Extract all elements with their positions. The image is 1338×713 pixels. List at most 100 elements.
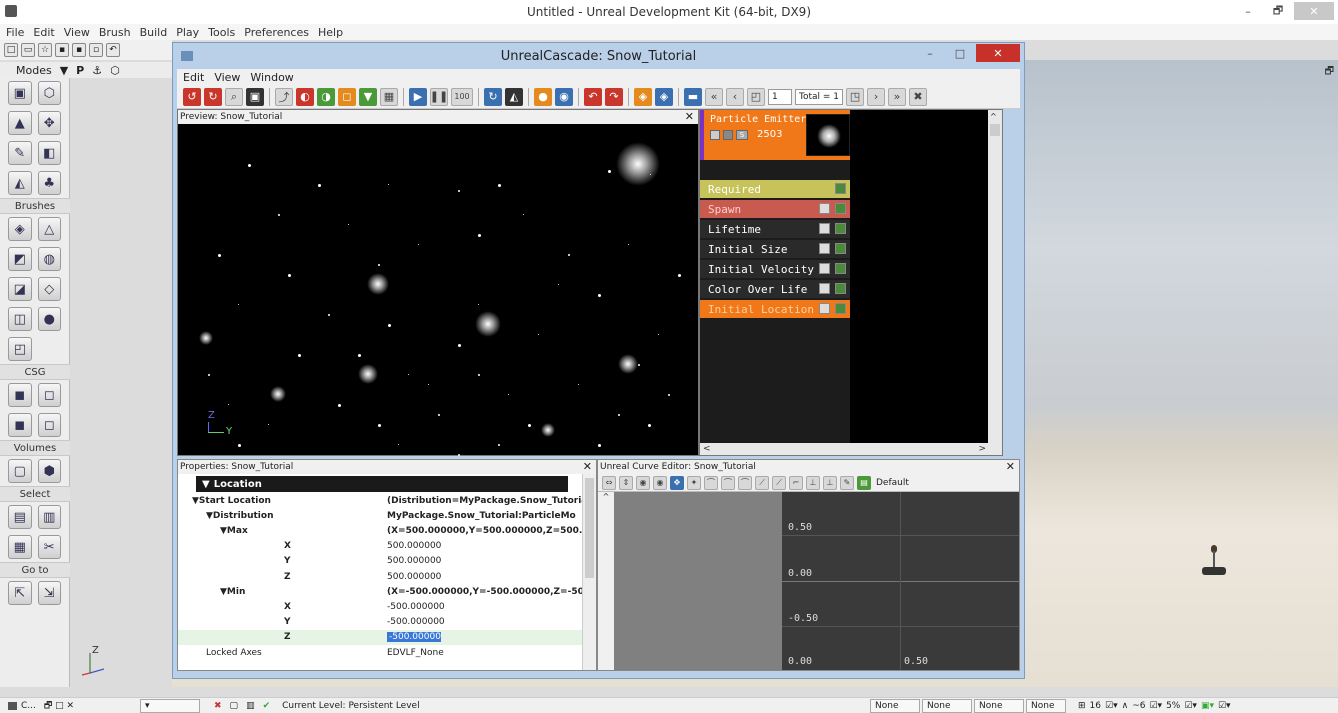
emitter-vscrollbar[interactable]: ^ xyxy=(988,110,1002,443)
paint-mode-icon[interactable]: ✎ xyxy=(8,141,32,165)
texture-mode-icon[interactable]: ◧ xyxy=(37,141,61,165)
tab-icon[interactable]: ▤ xyxy=(857,475,871,490)
module-enable-checkbox[interactable] xyxy=(819,303,830,314)
lod-add-before-icon[interactable]: ◰ xyxy=(747,87,765,106)
camera-mode-icon[interactable]: ▣ xyxy=(8,81,32,105)
module-curve-icon[interactable] xyxy=(835,303,846,314)
curve-clamped-icon[interactable]: ⌒ xyxy=(721,475,735,490)
pan-mode-icon[interactable]: ✥ xyxy=(670,475,684,490)
viewport-maximize-icon[interactable]: 🗗 xyxy=(1325,64,1334,81)
module-curve-icon[interactable] xyxy=(835,183,846,194)
post-process-icon[interactable]: ◻ xyxy=(338,87,356,106)
spiral-stair-icon[interactable]: ◫ xyxy=(8,307,32,331)
lod-last-icon[interactable]: » xyxy=(888,87,907,106)
rot-snap-icon[interactable]: ∧ xyxy=(1122,701,1129,711)
property-value[interactable]: EDVLF_None xyxy=(383,648,583,658)
module-enable-checkbox[interactable] xyxy=(819,243,830,254)
fit-all-icon[interactable]: ◉ xyxy=(636,475,650,490)
rot-snap-value[interactable]: ~6 xyxy=(1132,701,1145,711)
hide-selected-icon[interactable]: ▥ xyxy=(37,505,61,529)
property-value[interactable]: (X=500.000000,Y=500.000000,Z=500.00 xyxy=(383,526,583,536)
module-item[interactable]: Lifetime xyxy=(700,220,850,238)
speed-label[interactable]: 100 xyxy=(451,87,473,106)
module-enable-checkbox[interactable] xyxy=(819,203,830,214)
level-check-icon[interactable]: ✔ xyxy=(263,701,271,711)
curve-auto-icon[interactable]: ⌒ xyxy=(704,475,718,490)
menu-tools[interactable]: Tools xyxy=(208,26,235,39)
menu-preferences[interactable]: Preferences xyxy=(244,26,309,39)
module-item[interactable]: Initial Size xyxy=(700,240,850,258)
grid-toggle-icon[interactable]: ▼ xyxy=(359,87,377,106)
property-row[interactable]: ▼Start Location (Distribution=MyPackage.S… xyxy=(178,493,583,508)
sphere-brush-icon[interactable]: ● xyxy=(37,307,61,331)
sheet-brush-icon[interactable]: ◇ xyxy=(37,277,61,301)
grid-icon[interactable]: ▦ xyxy=(380,87,398,106)
lod-add-after-icon[interactable]: ◳ xyxy=(846,87,865,106)
fit-selected-icon[interactable]: ◉ xyxy=(653,475,667,490)
orbit-mode-icon[interactable]: ⤴ xyxy=(275,87,293,106)
copy-icon[interactable]: ▫ xyxy=(89,43,103,57)
curve-break-icon[interactable]: ⟋ xyxy=(755,475,769,490)
cascade-close-button[interactable]: ✕ xyxy=(976,44,1020,62)
select-all-icon[interactable]: ✂ xyxy=(37,535,61,559)
flatten-tangent-icon[interactable]: ⊥ xyxy=(806,475,820,490)
scale-snap-check[interactable]: ☑▾ xyxy=(1184,701,1197,711)
property-row[interactable]: Locked Axes EDVLF_None xyxy=(178,645,583,660)
dropdown-arrow-icon[interactable]: ▼ xyxy=(60,64,68,77)
module-enable-checkbox[interactable] xyxy=(819,263,830,274)
curve-list-scroll[interactable]: ^ xyxy=(598,492,614,670)
module-curve-icon[interactable] xyxy=(835,223,846,234)
open-folder-icon[interactable]: ▭ xyxy=(21,43,35,57)
property-row[interactable]: Z -500.000000 xyxy=(178,629,583,645)
menu-build[interactable]: Build xyxy=(140,26,168,39)
module-curve-icon[interactable] xyxy=(835,203,846,214)
property-row[interactable]: ▼Max (X=500.000000,Y=500.000000,Z=500.00 xyxy=(178,523,583,538)
module-curve-icon[interactable] xyxy=(835,283,846,294)
cascade-menu-edit[interactable]: Edit xyxy=(183,71,204,84)
property-value[interactable]: 500.000000 xyxy=(383,572,583,582)
scroll-up-icon[interactable]: ^ xyxy=(990,112,997,121)
menu-view[interactable]: View xyxy=(64,26,90,39)
property-row[interactable]: Y 500.000000 xyxy=(178,554,583,569)
scale-snap-value[interactable]: 5% xyxy=(1166,701,1180,711)
linear-stair-icon[interactable]: ◪ xyxy=(8,277,32,301)
module-enable-checkbox[interactable] xyxy=(819,283,830,294)
cascade-menu-window[interactable]: Window xyxy=(250,71,293,84)
property-value[interactable]: 500.000000 xyxy=(383,541,583,551)
section-collapse-icon[interactable]: ▼ xyxy=(202,479,210,490)
wireframe-icon[interactable]: ◐ xyxy=(296,87,314,106)
menu-edit[interactable]: Edit xyxy=(33,26,54,39)
restart-sim-icon[interactable]: ↺ xyxy=(183,87,201,106)
csg-deintersect-icon[interactable]: ◻ xyxy=(37,413,61,437)
cube-icon[interactable]: ⬡ xyxy=(110,64,120,77)
csg-subtract-icon[interactable]: ◻ xyxy=(37,383,61,407)
scroll-left-icon[interactable]: < xyxy=(703,444,711,454)
restore-button[interactable]: 🗗 xyxy=(1264,2,1292,20)
background-color-icon[interactable]: ◭ xyxy=(505,87,523,106)
rot-snap-check[interactable]: ☑▾ xyxy=(1149,701,1162,711)
volume-list-icon[interactable]: ⬢ xyxy=(37,459,61,483)
geometry-mode-icon[interactable]: ⬡ xyxy=(37,81,61,105)
favorite-star-icon[interactable]: ☆ xyxy=(38,43,52,57)
terrain-mode-icon[interactable]: ▲ xyxy=(8,111,32,135)
grid-snap-icon[interactable]: ⊞ xyxy=(1078,701,1086,711)
level-visibility-icon[interactable]: ▢ xyxy=(230,701,239,711)
menu-brush[interactable]: Brush xyxy=(99,26,131,39)
menu-file[interactable]: File xyxy=(6,26,24,39)
module-curve-icon[interactable] xyxy=(835,243,846,254)
anchor-icon[interactable]: ⚓ xyxy=(92,64,102,77)
lod-delete-icon[interactable]: ✖ xyxy=(909,87,928,106)
curve-track-list[interactable] xyxy=(614,492,782,670)
lod-icon[interactable]: ▬ xyxy=(684,87,702,106)
bounds-icon[interactable]: ◑ xyxy=(317,87,335,106)
goto-builder-icon[interactable]: ⇲ xyxy=(37,581,61,605)
property-value[interactable]: (X=-500.000000,Y=-500.000000,Z=-500. xyxy=(383,587,583,597)
restart-level-icon[interactable]: ↻ xyxy=(204,87,222,106)
pause-icon[interactable]: ❚❚ xyxy=(430,87,448,106)
regen-lod-icon[interactable]: ◈ xyxy=(655,87,673,106)
property-value[interactable]: 500.000000 xyxy=(383,556,583,566)
menu-play[interactable]: Play xyxy=(176,26,199,39)
lod-prev-icon[interactable]: ‹ xyxy=(726,87,744,106)
foliage-icon[interactable]: ♣ xyxy=(37,171,61,195)
grid-snap-value[interactable]: 16 xyxy=(1090,701,1101,711)
